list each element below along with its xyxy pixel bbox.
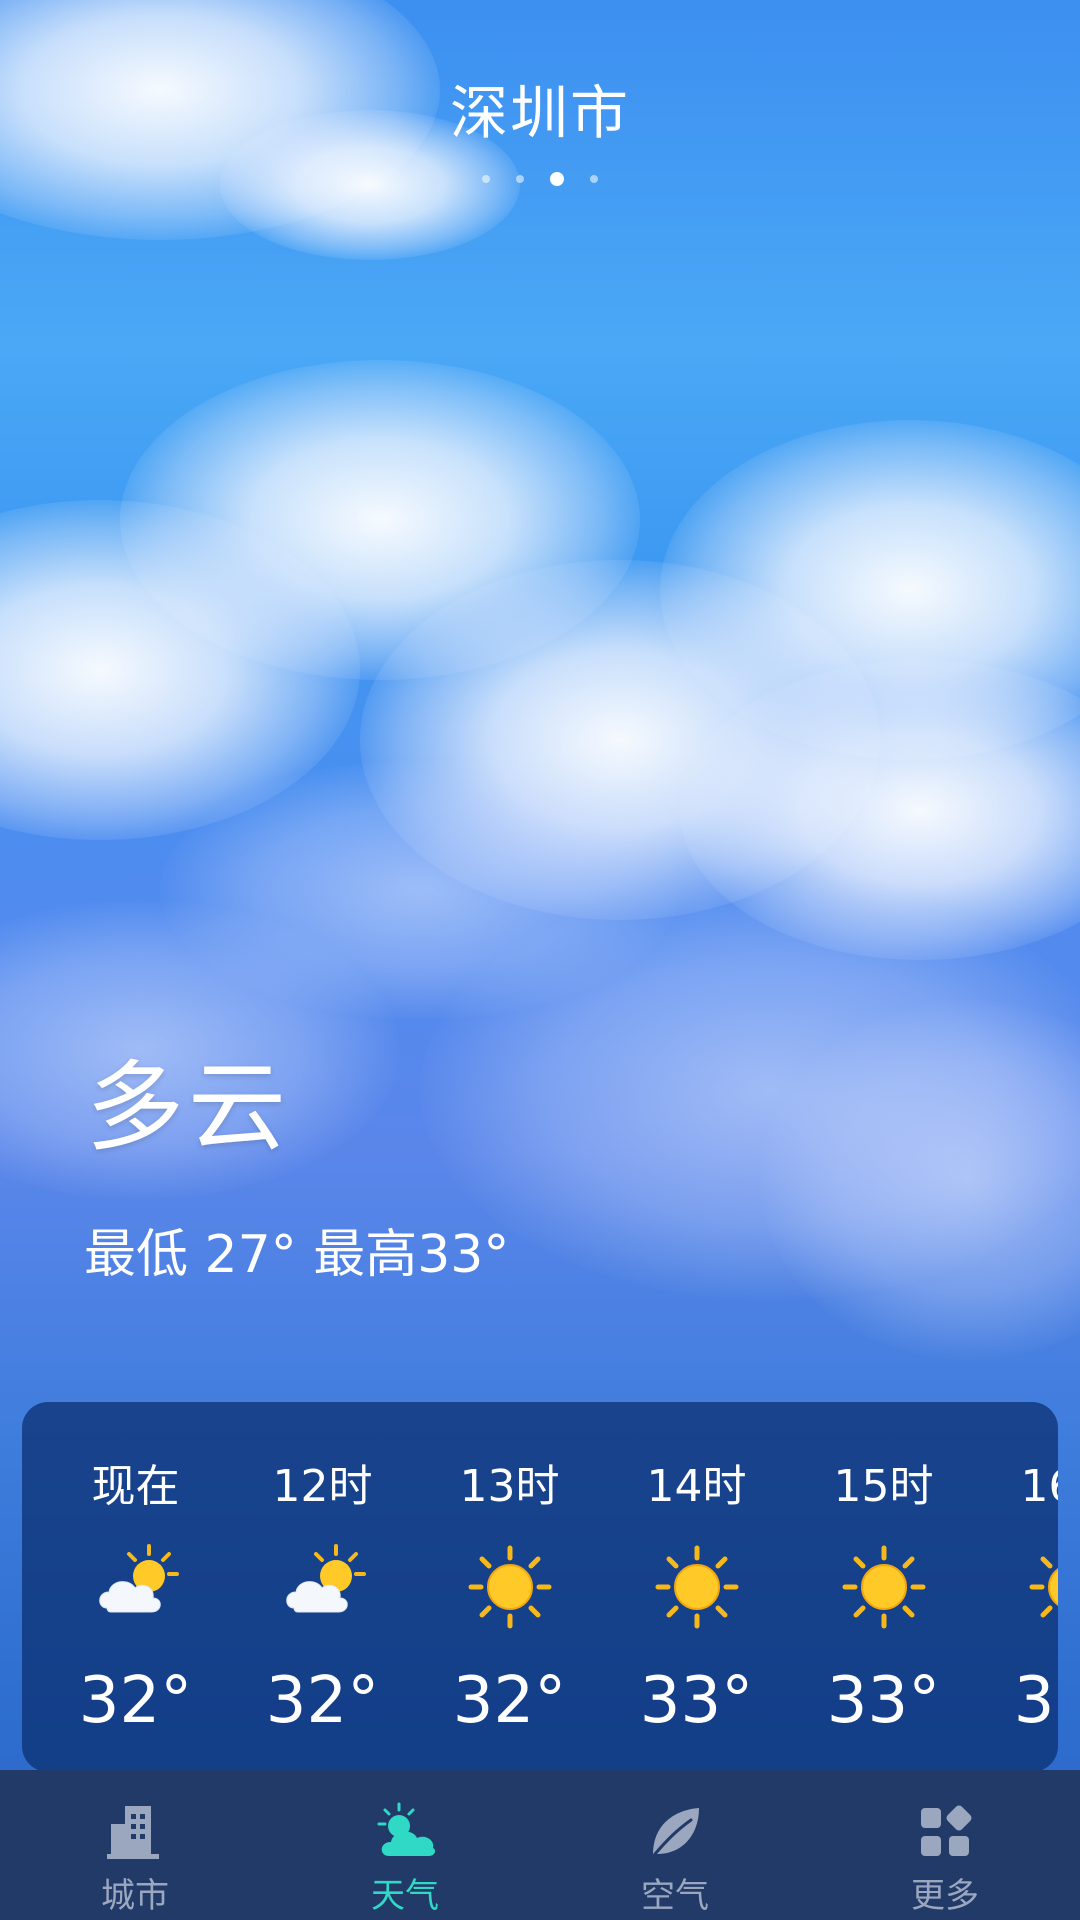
temperature-range: 最低 27° 最高33° — [84, 1225, 510, 1285]
hour-item: 13时 32° — [416, 1402, 603, 1772]
hour-temp: 32° — [452, 1664, 567, 1738]
sun-icon — [1029, 1556, 1058, 1618]
page-dot-active[interactable] — [550, 172, 564, 186]
nav-label: 更多 — [911, 1876, 979, 1916]
hour-time: 12时 — [272, 1461, 373, 1512]
nav-label: 空气 — [641, 1876, 709, 1916]
nav-label: 天气 — [371, 1876, 439, 1916]
page-dot[interactable] — [590, 175, 598, 183]
hour-item: 14时 33° — [603, 1402, 790, 1772]
sun-icon — [468, 1545, 551, 1629]
hour-item: 现在 32° — [42, 1402, 229, 1772]
nav-item-weather[interactable]: 天气 — [270, 1770, 540, 1920]
hourly-forecast-card[interactable]: 现在 32° 12时 32° 13时 32° 14时 33° 15时 33° 1… — [22, 1402, 1058, 1772]
page-dot[interactable] — [516, 175, 524, 183]
current-condition: 多云 — [86, 1051, 291, 1165]
page-indicator — [0, 172, 1080, 186]
hour-temp: 32° — [78, 1664, 193, 1738]
partly-cloudy-icon — [285, 1544, 366, 1613]
hour-time: 15时 — [833, 1461, 934, 1512]
building-icon — [107, 1806, 159, 1859]
sun-icon — [842, 1545, 925, 1629]
hourly-list[interactable]: 现在 32° 12时 32° 13时 32° 14时 33° 15时 33° 1… — [22, 1402, 1058, 1772]
hour-item: 15时 33° — [790, 1402, 977, 1772]
nav-item-air[interactable]: 空气 — [540, 1770, 810, 1920]
hour-time: 13时 — [459, 1461, 560, 1512]
apps-icon — [921, 1805, 972, 1856]
hour-time: 16时 — [1020, 1461, 1059, 1512]
page-dot[interactable] — [482, 175, 490, 183]
sun-icon — [655, 1545, 738, 1629]
hour-temp: 32° — [265, 1664, 380, 1738]
city-title: 深圳市 — [449, 79, 630, 147]
hour-item: 16时 33° — [977, 1402, 1058, 1772]
hour-temp: 33° — [639, 1664, 754, 1738]
hour-temp: 33° — [1013, 1664, 1058, 1738]
nav-item-city[interactable]: 城市 — [0, 1770, 270, 1920]
bottom-nav: 城市 天气 空气 更多 — [0, 1770, 1080, 1920]
partly-cloudy-icon — [98, 1544, 179, 1613]
nav-label: 城市 — [101, 1876, 169, 1916]
hour-time: 14时 — [646, 1461, 747, 1512]
hour-time: 现在 — [91, 1461, 180, 1512]
leaf-icon — [653, 1808, 699, 1856]
hour-item: 12时 32° — [229, 1402, 416, 1772]
weather-icon — [377, 1802, 436, 1856]
nav-item-more[interactable]: 更多 — [810, 1770, 1080, 1920]
hour-temp: 33° — [826, 1664, 941, 1738]
